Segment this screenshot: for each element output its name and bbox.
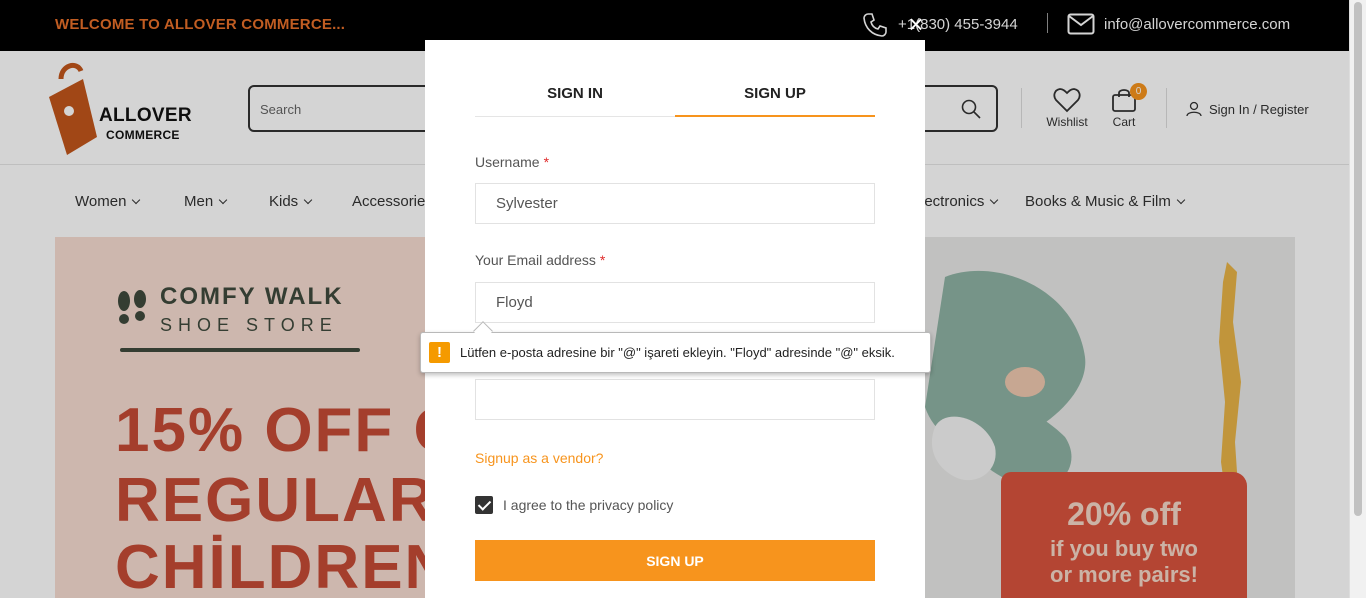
username-label: Username * <box>475 154 550 170</box>
sign-up-button[interactable]: SIGN UP <box>475 540 875 581</box>
page-scrollbar[interactable] <box>1349 0 1366 598</box>
validation-tooltip: ! Lütfen e-posta adresine bir "@" işaret… <box>420 321 931 373</box>
scrollbar-thumb[interactable] <box>1354 2 1362 516</box>
tab-sign-in[interactable]: SIGN IN <box>475 85 675 102</box>
signup-as-vendor-link[interactable]: Signup as a vendor? <box>475 450 603 466</box>
required-mark: * <box>543 154 550 170</box>
auth-modal: SIGN IN SIGN UP Username* Your Email add… <box>425 40 925 598</box>
email-field[interactable] <box>475 282 875 323</box>
close-icon[interactable]: × <box>905 11 927 37</box>
privacy-agreement: I agree to the privacy policy <box>475 496 673 514</box>
email-label: Your Email address * <box>475 252 606 268</box>
password-field[interactable] <box>475 379 875 420</box>
username-field[interactable] <box>475 183 875 224</box>
required-mark: * <box>599 252 606 268</box>
tab-sign-up[interactable]: SIGN UP <box>675 85 875 117</box>
privacy-checkbox[interactable] <box>475 496 493 514</box>
privacy-label: I agree to the privacy policy <box>503 497 674 513</box>
warning-icon: ! <box>429 342 450 363</box>
auth-tabs: SIGN IN SIGN UP <box>475 80 875 117</box>
validation-message: Lütfen e-posta adresine bir "@" işareti … <box>460 345 895 360</box>
